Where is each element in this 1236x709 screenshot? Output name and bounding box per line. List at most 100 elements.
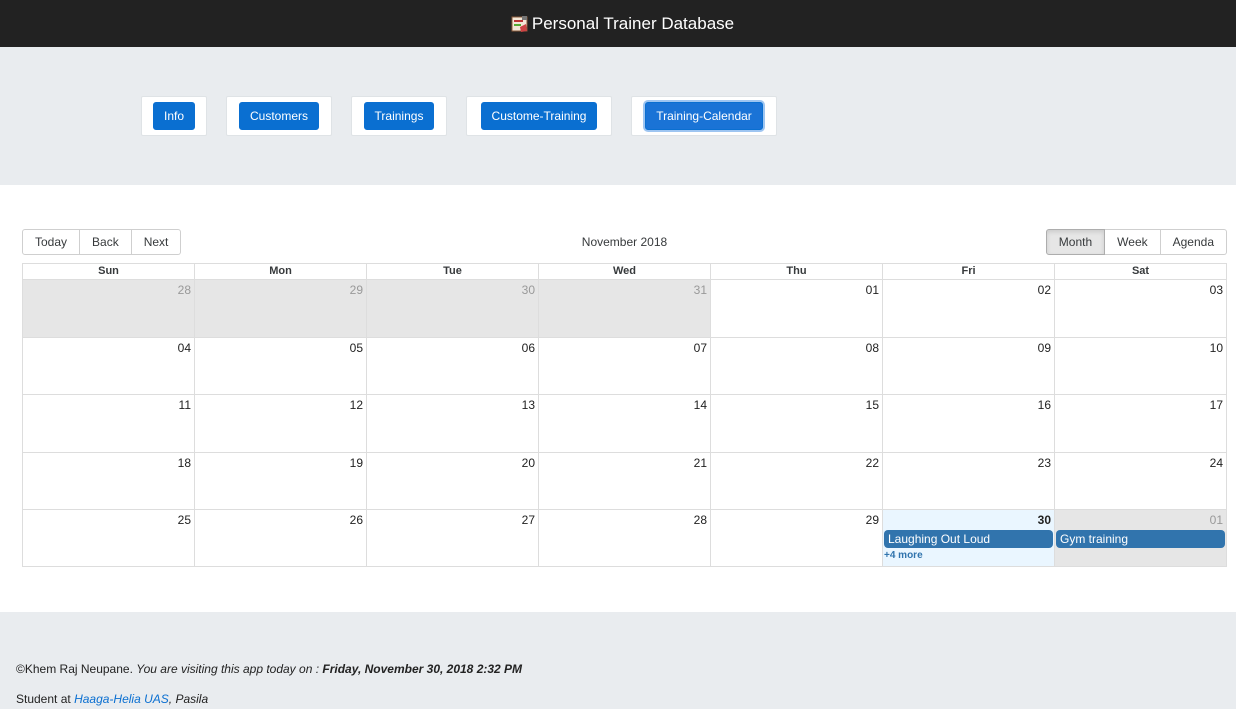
day-cell[interactable]: 26 [194,510,366,566]
day-cell[interactable]: 19 [194,453,366,509]
day-number[interactable]: 14 [694,398,707,412]
day-number[interactable]: 09 [1038,341,1051,355]
nav-customers-button[interactable]: Customers [238,102,319,130]
back-button[interactable]: Back [80,229,132,255]
day-cell[interactable]: 07 [538,338,710,394]
day-number[interactable]: 13 [522,398,535,412]
nav-band: Info Customers Trainings Custome-Trainin… [0,47,1236,185]
day-cell[interactable]: 28 [538,510,710,566]
day-cell[interactable]: 10 [1054,338,1226,394]
day-cell[interactable]: 29 [194,280,366,337]
calendar-toolbar: Today Back Next November 2018 Month Week… [22,229,1227,256]
day-cell[interactable]: 04 [23,338,194,394]
day-number[interactable]: 03 [1210,283,1223,297]
day-number[interactable]: 27 [522,513,535,527]
day-number[interactable]: 01 [1210,513,1223,527]
day-number[interactable]: 26 [350,513,363,527]
day-number[interactable]: 25 [178,513,191,527]
day-number[interactable]: 28 [694,513,707,527]
day-number[interactable]: 02 [1038,283,1051,297]
day-number[interactable]: 19 [350,456,363,470]
school-link[interactable]: Haaga-Helia UAS [74,692,169,706]
day-cell[interactable]: 17 [1054,395,1226,452]
day-cell[interactable]: 15 [710,395,882,452]
day-number[interactable]: 08 [866,341,879,355]
day-cell[interactable]: 11 [23,395,194,452]
day-cell[interactable]: 30 [366,280,538,337]
view-agenda-button[interactable]: Agenda [1160,229,1227,255]
footer-datetime: Friday, November 30, 2018 2:32 PM [322,662,523,676]
view-week-button[interactable]: Week [1105,229,1161,255]
nav-info-button[interactable]: Info [152,102,195,130]
week-row: 04 05 06 07 08 09 10 [23,337,1226,394]
day-cell[interactable]: 31 [538,280,710,337]
day-cell[interactable]: 01 [710,280,882,337]
view-month-button[interactable]: Month [1045,229,1106,255]
day-number[interactable]: 28 [178,283,191,297]
calendar-event[interactable]: Laughing Out Loud [884,530,1053,548]
show-more-link[interactable]: +4 more [884,550,923,561]
day-cell[interactable]: 25 [23,510,194,566]
footer-author: ©Khem Raj Neupane. [16,662,133,676]
page-footer: ©Khem Raj Neupane. You are visiting this… [0,612,1236,709]
day-number[interactable]: 31 [694,283,707,297]
day-number[interactable]: 29 [350,283,363,297]
day-number[interactable]: 22 [866,456,879,470]
day-cell[interactable]: 03 [1054,280,1226,337]
day-cell[interactable]: 18 [23,453,194,509]
day-cell[interactable]: 16 [882,395,1054,452]
database-logo-icon [510,14,530,34]
day-cell[interactable]: 02 [882,280,1054,337]
next-button[interactable]: Next [131,229,182,255]
day-number[interactable]: 15 [866,398,879,412]
day-number[interactable]: 29 [866,513,879,527]
day-cell[interactable]: 24 [1054,453,1226,509]
day-cell[interactable]: 13 [366,395,538,452]
day-cell[interactable]: 01 Gym training [1054,510,1226,566]
nav-customer-training-button[interactable]: Custome-Training [480,102,598,130]
day-number[interactable]: 30 [522,283,535,297]
day-number[interactable]: 12 [350,398,363,412]
day-number[interactable]: 24 [1210,456,1223,470]
day-number[interactable]: 16 [1038,398,1051,412]
day-cell[interactable]: 22 [710,453,882,509]
day-number[interactable]: 10 [1210,341,1223,355]
day-cell[interactable]: 05 [194,338,366,394]
footer-visiting-text: You are visiting this app today on : [136,662,320,676]
footer-visit-line: ©Khem Raj Neupane. You are visiting this… [16,662,522,676]
nav-trainings-button[interactable]: Trainings [363,102,435,130]
day-number[interactable]: 23 [1038,456,1051,470]
calendar-event[interactable]: Gym training [1056,530,1225,548]
footer-student-line: Student at Haaga-Helia UAS, Pasila [16,692,208,706]
day-cell[interactable]: 14 [538,395,710,452]
day-cell[interactable]: 23 [882,453,1054,509]
day-number[interactable]: 05 [350,341,363,355]
day-number[interactable]: 06 [522,341,535,355]
today-button[interactable]: Today [22,229,81,255]
day-number[interactable]: 01 [866,283,879,297]
weekday-label: Wed [538,264,710,279]
day-cell[interactable]: 28 [23,280,194,337]
nav-training-calendar-button[interactable]: Training-Calendar [645,102,763,130]
app-header: Personal Trainer Database [0,0,1236,47]
day-number[interactable]: 11 [179,398,191,412]
day-number[interactable]: 20 [522,456,535,470]
app-title: Personal Trainer Database [531,13,735,33]
day-number[interactable]: 07 [694,341,707,355]
day-number[interactable]: 04 [178,341,191,355]
day-number[interactable]: 18 [178,456,191,470]
week-row: 18 19 20 21 22 23 24 [23,452,1226,509]
day-cell[interactable]: 12 [194,395,366,452]
day-cell[interactable]: 21 [538,453,710,509]
weekday-label: Tue [366,264,538,279]
day-number[interactable]: 30 [1038,513,1051,527]
day-cell[interactable]: 20 [366,453,538,509]
day-cell[interactable]: 06 [366,338,538,394]
day-cell[interactable]: 27 [366,510,538,566]
day-cell[interactable]: 08 [710,338,882,394]
day-cell-today[interactable]: 30 Laughing Out Loud +4 more [882,510,1054,566]
day-number[interactable]: 21 [694,456,707,470]
day-cell[interactable]: 29 [710,510,882,566]
day-cell[interactable]: 09 [882,338,1054,394]
day-number[interactable]: 17 [1210,398,1223,412]
